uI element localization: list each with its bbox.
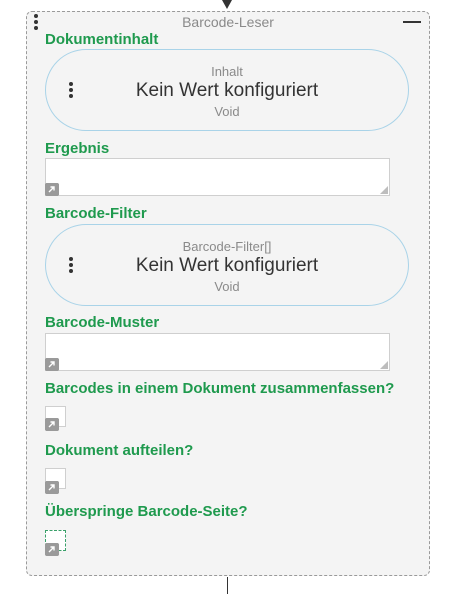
collapse-minus-icon[interactable] — [403, 21, 421, 23]
merge-barcodes-link-icon[interactable] — [45, 418, 59, 431]
value-subtype-text: Void — [214, 104, 240, 119]
value-status-text: Kein Wert konfiguriert — [135, 255, 319, 276]
barcode-reader-node[interactable]: Barcode-Leser Dokumentinhalt Inhalt Kein… — [26, 11, 430, 576]
result-link-icon[interactable] — [45, 183, 59, 196]
merge-barcodes-label: Barcodes in einem Dokument zusammenfasse… — [45, 380, 395, 397]
split-document-link-icon[interactable] — [45, 481, 59, 494]
workflow-canvas: Barcode-Leser Dokumentinhalt Inhalt Kein… — [0, 0, 453, 594]
skip-barcode-page-link-icon[interactable] — [45, 543, 59, 556]
value-subtype-text: Void — [214, 279, 240, 294]
barcode-pattern-link-icon[interactable] — [45, 358, 59, 371]
split-document-label: Dokument aufteilen? — [45, 442, 194, 459]
value-status-text: Kein Wert konfiguriert — [135, 80, 319, 101]
node-title: Barcode-Leser — [182, 14, 274, 30]
input-connector-arrow — [222, 0, 232, 9]
skip-barcode-page-label: Überspringe Barcode-Seite? — [45, 503, 248, 520]
result-label: Ergebnis — [45, 140, 110, 157]
output-connector-line — [227, 577, 228, 594]
value-type-label: Barcode-Filter[] — [182, 239, 272, 254]
barcode-filter-value-pill[interactable]: Barcode-Filter[] Kein Wert konfiguriert … — [45, 224, 409, 306]
document-content-label: Dokumentinhalt — [45, 31, 159, 48]
resize-grip-icon[interactable] — [380, 186, 388, 194]
resize-grip-icon[interactable] — [380, 361, 388, 369]
barcode-filter-label: Barcode-Filter — [45, 205, 147, 222]
value-type-label: Inhalt — [211, 64, 243, 79]
barcode-pattern-label: Barcode-Muster — [45, 314, 160, 331]
barcode-pattern-input[interactable] — [45, 333, 390, 371]
result-input[interactable] — [45, 158, 390, 196]
document-content-value-pill[interactable]: Inhalt Kein Wert konfiguriert Void — [45, 49, 409, 131]
